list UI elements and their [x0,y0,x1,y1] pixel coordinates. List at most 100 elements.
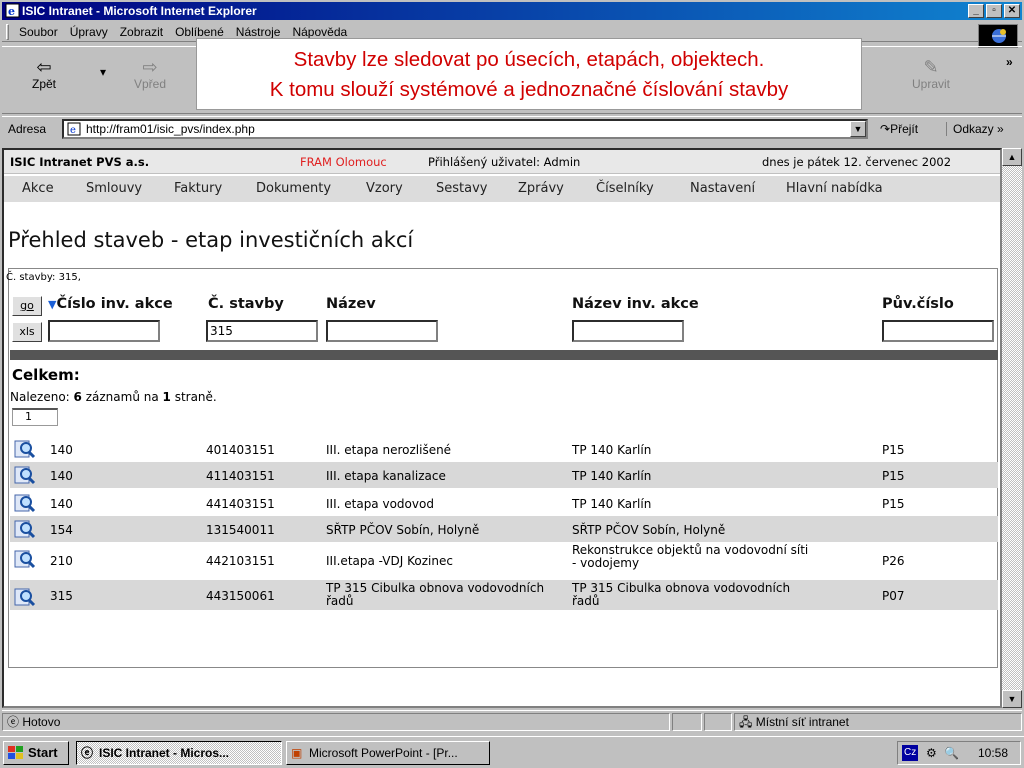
status-page-icon: ⓔ [7,715,20,729]
task-label: Microsoft PowerPoint - [Pr... [309,746,458,760]
back-dropdown-icon[interactable]: ▾ [100,65,106,79]
svg-text:e: e [8,5,15,18]
address-dropdown-icon[interactable]: ▼ [850,121,866,137]
user-label: Přihlášený uživatel: Admin [428,155,581,169]
task-powerpoint[interactable]: ▣ Microsoft PowerPoint - [Pr... [286,741,490,765]
view-detail-icon[interactable] [14,587,36,607]
go-button[interactable]: ↷Přejít [880,122,918,136]
cell-akce: Rekonstrukce objektů na vodovodní síti -… [572,543,809,570]
filter-summary: Č. stavby: 315, [6,272,81,283]
restore-button[interactable]: ▫ [986,4,1002,18]
cell-inv: 210 [50,554,73,568]
cell-nazev: III. etapa kanalizace [326,469,446,483]
found-suffix: straně. [170,390,217,404]
go-filter-button[interactable]: go [12,296,42,316]
nav-item-zpravy[interactable]: Zprávy [518,176,564,202]
address-input[interactable]: e http://fram01/isic_pvs/index.php [62,119,868,139]
nav-item-smlouvy[interactable]: Smlouvy [86,176,142,202]
zone-label: Místní síť intranet [755,715,849,729]
callout-line-1: Stavby lze sledovat po úsecích, etapách,… [293,48,765,71]
xls-export-button[interactable]: xls [12,322,42,342]
cell-puv: P15 [882,497,905,511]
page-title: Přehled staveb - etap investičních akcí [8,228,414,252]
scroll-up-icon[interactable]: ▲ [1002,148,1022,166]
cell-inv: 154 [50,523,73,537]
table-row[interactable]: 140 401403151 III. etapa nerozlišené TP 140… [10,436,998,462]
search-icon[interactable]: 🔍 [944,742,959,764]
cell-akce: TP 315 Cibulka obnova vodovodních řadů [572,581,791,608]
back-button[interactable]: ⇦ Zpět [32,57,56,91]
table-row[interactable]: 154 131540011 SŘTP PČOV Sobín, Holyně SŘTP … [10,516,998,542]
table-row[interactable]: 140 441403151 III. etapa vodovod TP 140 Kar… [10,490,998,516]
header-separator [10,350,998,360]
nav-item-dokumenty[interactable]: Dokumenty [256,176,331,202]
address-label: Adresa [8,122,47,136]
nav-item-akce[interactable]: Akce [22,176,54,202]
edit-button[interactable]: ✎ Upravit [912,57,950,91]
vertical-scrollbar[interactable] [1002,148,1022,708]
view-detail-icon[interactable] [14,465,36,485]
nav-item-nastaveni[interactable]: Nastavení [690,176,755,202]
view-detail-icon[interactable] [14,549,36,569]
view-detail-icon[interactable] [14,519,36,539]
table-row[interactable]: 140 411403151 III. etapa kanalizace TP 140 … [10,462,998,488]
view-detail-icon[interactable] [14,439,36,459]
start-button[interactable]: Start [3,741,69,765]
toolbar-more-icon[interactable]: » [1006,55,1013,69]
minimize-button[interactable]: _ [968,4,984,18]
cell-nazev: III. etapa vodovod [326,497,434,511]
window-title: ISIC Intranet - Microsoft Internet Explo… [22,4,257,18]
page-number[interactable]: 1 [12,408,58,426]
page-header-strip: ISIC Intranet PVS a.s. FRAM Olomouc Přih… [4,150,1000,174]
cell-stavba: 411403151 [206,469,275,483]
cell-nazev: TP 315 Cibulka obnova vodovodních řadů [326,581,545,608]
page-content: ISIC Intranet PVS a.s. FRAM Olomouc Přih… [2,148,1002,708]
links-button[interactable]: Odkazy » [946,122,1004,136]
col-header-nazev-akce[interactable]: Název inv. akce [572,296,699,312]
task-ie[interactable]: ⓔ ISIC Intranet - Micros... [76,741,282,765]
filter-puv-input[interactable] [882,320,994,342]
date-label: dnes je pátek 12. červenec 2002 [762,155,952,169]
cell-nazev: III. etapa nerozlišené [326,443,452,457]
company-name: ISIC Intranet PVS a.s. [10,155,150,169]
cell-stavba: 441403151 [206,497,275,511]
filter-stavba-input[interactable]: 315 [206,320,318,342]
cell-inv: 140 [50,497,73,511]
col-header-stavba[interactable]: Č. stavby [208,296,284,312]
found-count: 6 [73,390,82,404]
nav-item-ciselniky[interactable]: Číselníky [596,176,654,202]
links-label: Odkazy [953,122,994,136]
system-tray: Cz ⚙ 🔍 10:58 [897,741,1021,765]
forward-button[interactable]: ⇨ Vpřed [134,57,166,91]
filter-nazev-input[interactable] [326,320,438,342]
intranet-icon: 🖧 [739,715,753,729]
found-summary: Nalezeno: 6 záznamů na 1 straně. [10,390,217,404]
col-header-inv[interactable]: ▼Číslo inv. akce [48,296,173,312]
filter-inv-input[interactable] [48,320,160,342]
filter-nazev-akce-input[interactable] [572,320,684,342]
svg-text:e: e [70,125,76,136]
cell-puv: P26 [882,554,905,568]
close-button[interactable]: ✕ [1004,4,1020,18]
view-detail-icon[interactable] [14,493,36,513]
status-text: ⓔ Hotovo [2,713,670,731]
menu-item[interactable]: Zobrazit [114,22,169,42]
nav-item-sestavy[interactable]: Sestavy [436,176,487,202]
nav-item-hlavni-nabidka[interactable]: Hlavní nabídka [786,176,883,202]
go-label: Přejít [890,122,919,136]
nav-item-vzory[interactable]: Vzory [366,176,403,202]
nav-item-faktury[interactable]: Faktury [174,176,222,202]
address-url: http://fram01/isic_pvs/index.php [86,122,255,136]
menu-grip [6,24,9,40]
language-indicator[interactable]: Cz [902,745,919,761]
total-label: Celkem: [12,366,80,384]
col-header-nazev[interactable]: Název [326,296,376,312]
network-icon[interactable]: ⚙ [926,742,937,764]
table-row[interactable]: 315 443150061 TP 315 Cibulka obnova vodovo… [10,580,998,610]
menu-item[interactable]: Úpravy [64,22,114,42]
table-row[interactable]: 210 442103151 III.etapa -VDJ Kozinec Rekons… [10,542,998,580]
scroll-down-icon[interactable]: ▼ [1002,690,1022,708]
cell-puv: P07 [882,589,905,603]
menu-item[interactable]: Soubor [13,22,64,42]
col-header-puv[interactable]: Pův.číslo [882,296,954,312]
